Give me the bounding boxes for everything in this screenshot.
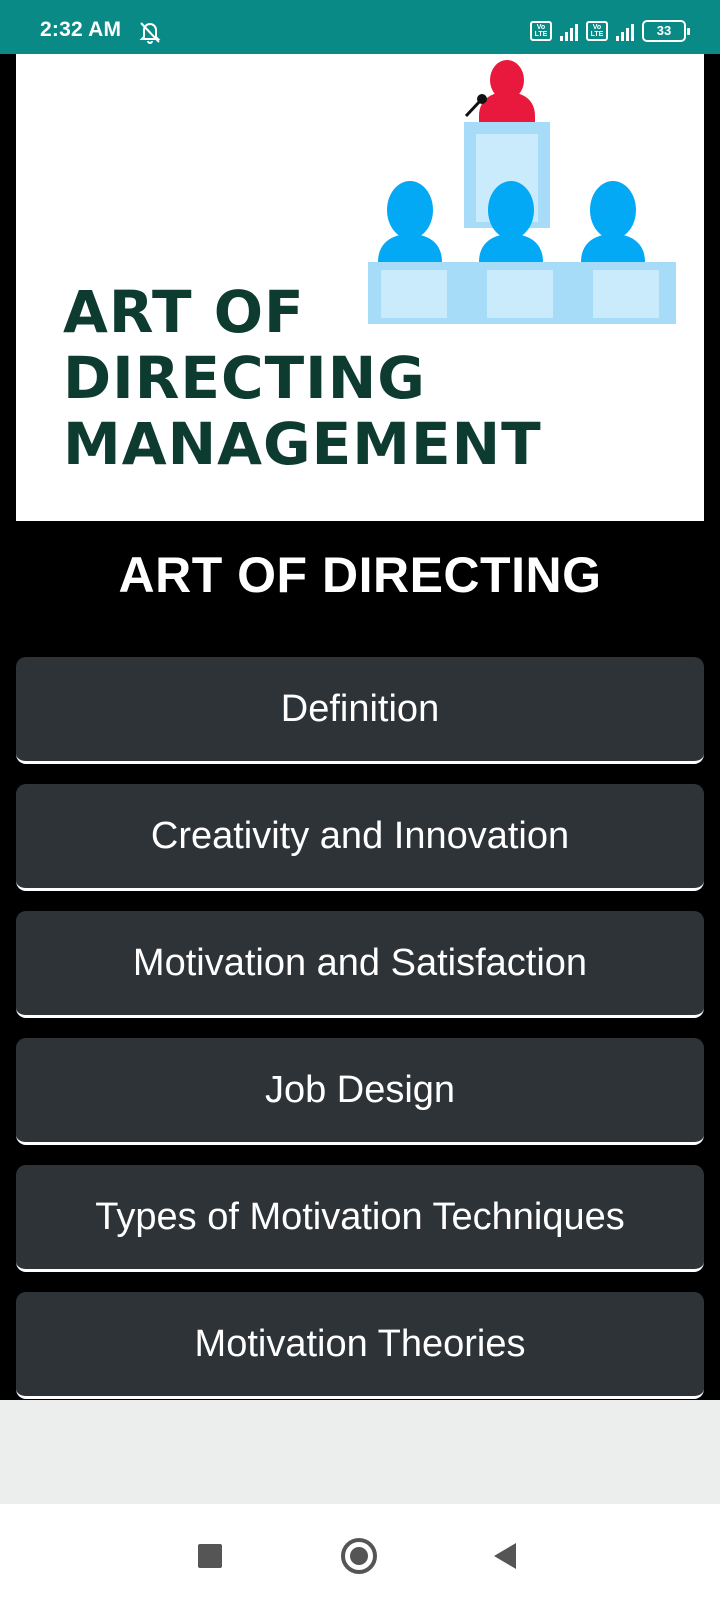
ad-placeholder <box>0 1400 720 1504</box>
button-label: Creativity and Innovation <box>150 814 570 857</box>
topic-button-motivation-theories[interactable]: Motivation Theories <box>16 1292 704 1399</box>
banner-title: ART OF DIRECTING MANAGEMENT <box>63 279 623 477</box>
banner-title-line: ART OF <box>63 278 305 346</box>
button-label: Motivation Theories <box>194 1322 526 1365</box>
volte-icon: Vo LTE <box>530 21 552 41</box>
home-circle-icon[interactable] <box>341 1538 377 1574</box>
topic-button-motivation-techniques[interactable]: Types of Motivation Techniques <box>16 1165 704 1272</box>
banner-image: ART OF DIRECTING MANAGEMENT <box>16 54 704 521</box>
topic-menu: Definition Creativity and Innovation Mot… <box>16 657 704 1419</box>
signal-icon <box>560 21 578 41</box>
page-heading: ART OF DIRECTING <box>118 547 602 603</box>
navigation-bar <box>0 1504 720 1600</box>
battery-icon: 33 <box>642 20 690 42</box>
topic-button-definition[interactable]: Definition <box>16 657 704 764</box>
topic-button-job-design[interactable]: Job Design <box>16 1038 704 1145</box>
status-time: 2:32 AM <box>40 18 122 41</box>
banner-title-line: DIRECTING <box>63 344 426 412</box>
button-label: Motivation and Satisfaction <box>132 941 588 984</box>
main-content: ART OF DIRECTING MANAGEMENT ART OF DIREC… <box>0 54 720 1400</box>
recents-square-icon[interactable] <box>198 1544 222 1568</box>
back-triangle-icon[interactable] <box>494 1543 516 1569</box>
volte-icon: Vo LTE <box>586 21 608 41</box>
button-label: Job Design <box>264 1068 456 1111</box>
status-icons: Vo LTE Vo LTE 33 <box>530 20 690 42</box>
button-label: Types of Motivation Techniques <box>95 1195 625 1238</box>
signal-icon <box>616 21 634 41</box>
topic-button-creativity[interactable]: Creativity and Innovation <box>16 784 704 891</box>
topic-button-motivation-satisfaction[interactable]: Motivation and Satisfaction <box>16 911 704 1018</box>
banner-title-line: MANAGEMENT <box>63 410 542 478</box>
status-bar: 2:32 AM Vo LTE Vo LTE 33 <box>0 0 720 54</box>
bell-muted-icon <box>139 22 161 44</box>
button-label: Definition <box>280 687 440 730</box>
